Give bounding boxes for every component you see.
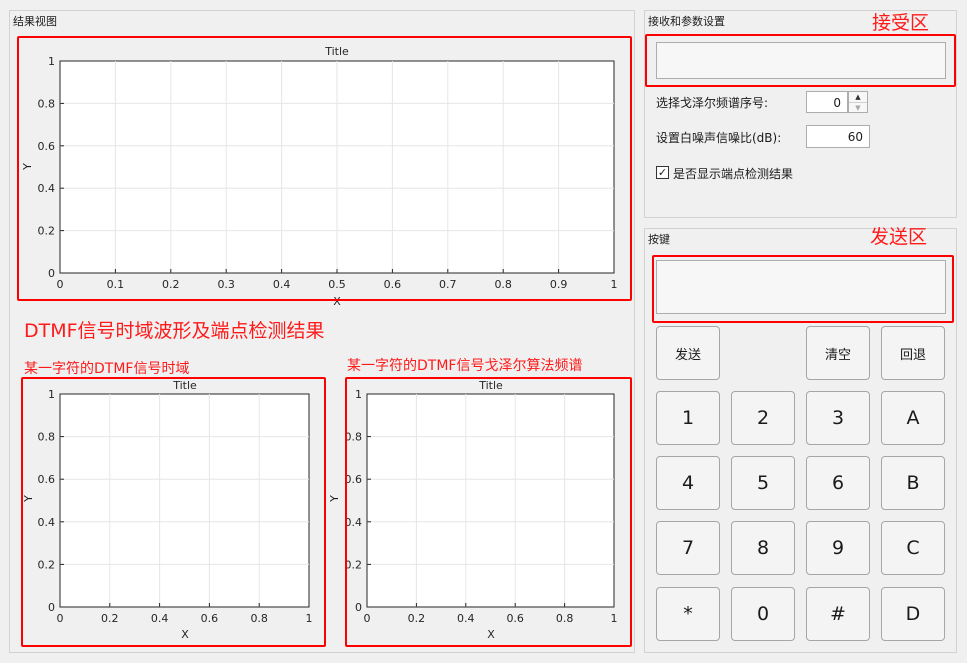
show-endpoint-label: 是否显示端点检测结果 bbox=[673, 167, 794, 181]
key-button-*[interactable]: * bbox=[656, 587, 720, 641]
key-button-B[interactable]: B bbox=[881, 456, 945, 510]
send-area-caption: 发送区 bbox=[870, 226, 928, 248]
receive-area-highlight bbox=[645, 34, 956, 87]
clear-button[interactable]: 清空 bbox=[806, 326, 870, 380]
key-button-A[interactable]: A bbox=[881, 391, 945, 445]
keypad-title: 按键 bbox=[648, 233, 670, 246]
key-button-1[interactable]: 1 bbox=[656, 391, 720, 445]
key-button-3[interactable]: 3 bbox=[806, 391, 870, 445]
key-button-2[interactable]: 2 bbox=[731, 391, 795, 445]
key-button-D[interactable]: D bbox=[881, 587, 945, 641]
key-button-7[interactable]: 7 bbox=[656, 521, 720, 575]
spinner-down-icon[interactable]: ▼ bbox=[849, 102, 867, 113]
goertzel-index-label: 选择戈泽尔频谱序号: bbox=[656, 96, 769, 110]
send-button[interactable]: 发送 bbox=[656, 326, 720, 380]
main-axes-highlight bbox=[17, 36, 632, 301]
show-endpoint-checkbox[interactable]: ✓ bbox=[656, 166, 669, 179]
time-caption: 某一字符的DTMF信号时域 bbox=[24, 361, 190, 377]
spectrum-caption: 某一字符的DTMF信号戈泽尔算法频谱 bbox=[347, 358, 583, 374]
receive-area-caption: 接受区 bbox=[872, 12, 930, 34]
key-button-0[interactable]: 0 bbox=[731, 587, 795, 641]
snr-label: 设置白噪声信噪比(dB): bbox=[656, 131, 782, 145]
goertzel-index-spinner[interactable]: ▲ ▼ bbox=[848, 91, 868, 113]
spinner-up-icon[interactable]: ▲ bbox=[849, 92, 867, 102]
snr-field[interactable]: 60 bbox=[806, 125, 870, 148]
backspace-button[interactable]: 回退 bbox=[881, 326, 945, 380]
key-button-5[interactable]: 5 bbox=[731, 456, 795, 510]
time-axes-highlight bbox=[21, 377, 326, 647]
key-button-C[interactable]: C bbox=[881, 521, 945, 575]
key-button-6[interactable]: 6 bbox=[806, 456, 870, 510]
result-view-title: 结果视图 bbox=[13, 15, 57, 28]
key-button-#[interactable]: # bbox=[806, 587, 870, 641]
key-button-4[interactable]: 4 bbox=[656, 456, 720, 510]
goertzel-index-field[interactable]: 0 bbox=[806, 91, 848, 113]
spectrum-axes-highlight bbox=[345, 377, 632, 647]
receive-settings-title: 接收和参数设置 bbox=[648, 15, 725, 28]
spectrum-axes-ylabel: Y bbox=[327, 495, 341, 502]
key-button-8[interactable]: 8 bbox=[731, 521, 795, 575]
key-button-9[interactable]: 9 bbox=[806, 521, 870, 575]
main-caption: DTMF信号时域波形及端点检测结果 bbox=[24, 320, 325, 342]
send-area-highlight bbox=[652, 255, 954, 323]
